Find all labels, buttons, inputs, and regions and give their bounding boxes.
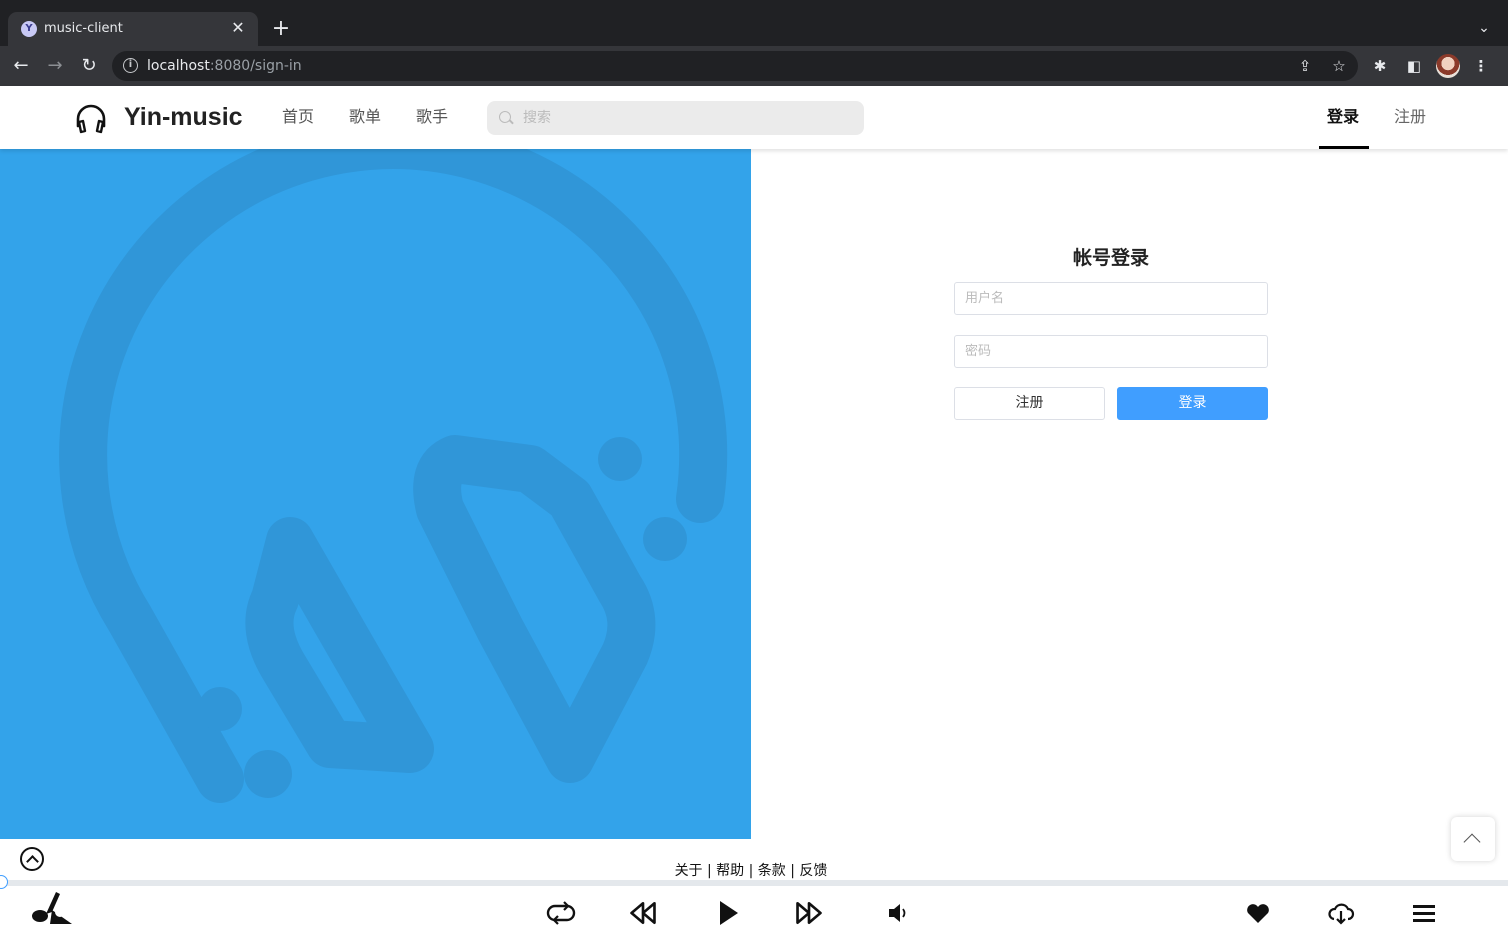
search-icon <box>499 111 511 123</box>
browser-tab[interactable]: Y music-client ✕ <box>8 12 258 46</box>
back-to-top-button[interactable] <box>1451 817 1495 861</box>
forward-arrow-icon[interactable]: → <box>43 54 67 78</box>
like-heart-icon[interactable] <box>1243 898 1273 928</box>
reload-icon[interactable]: ↻ <box>77 54 101 78</box>
password-input[interactable] <box>954 335 1268 368</box>
download-cloud-icon[interactable] <box>1326 898 1356 928</box>
nav-playlists[interactable]: 歌单 <box>349 106 381 128</box>
footer-links[interactable]: 关于 | 帮助 | 条款 | 反馈 <box>0 861 1502 881</box>
header-register-link[interactable]: 注册 <box>1394 106 1426 128</box>
loop-icon[interactable] <box>546 898 576 928</box>
tab-search-chevron-icon[interactable]: ⌄ <box>1474 18 1494 38</box>
previous-track-icon[interactable] <box>628 898 658 928</box>
volume-icon[interactable] <box>886 898 916 928</box>
share-icon[interactable]: ⇪ <box>1295 56 1315 76</box>
nav-home[interactable]: 首页 <box>282 106 314 128</box>
song-cover-icon[interactable] <box>30 888 76 930</box>
bookmark-star-icon[interactable]: ☆ <box>1329 56 1349 76</box>
profile-avatar[interactable] <box>1436 54 1460 78</box>
search-input[interactable] <box>523 107 843 129</box>
progress-handle[interactable] <box>0 875 8 889</box>
username-input[interactable] <box>954 282 1268 315</box>
register-button[interactable]: 注册 <box>954 387 1105 420</box>
browser-toolbar: ← → ↻ i localhost:8080/sign-in ⇪ ☆ ✱ ◧ ⋮ <box>0 46 1508 86</box>
tab-strip: Y music-client ✕ + ⌄ <box>0 0 1508 46</box>
favicon-icon: Y <box>21 21 37 37</box>
app-header: Yin-music 首页 歌单 歌手 登录 注册 <box>0 86 1508 149</box>
nav-singers[interactable]: 歌手 <box>416 106 448 128</box>
playlist-menu-icon[interactable] <box>1409 898 1439 928</box>
brand-name[interactable]: Yin-music <box>124 101 243 133</box>
new-tab-button[interactable]: + <box>268 16 294 42</box>
login-button[interactable]: 登录 <box>1117 387 1268 420</box>
play-icon[interactable] <box>713 898 743 928</box>
site-info-icon[interactable]: i <box>123 58 138 73</box>
back-arrow-icon[interactable]: ← <box>9 54 33 78</box>
search-box <box>487 101 864 135</box>
progress-bar[interactable] <box>0 880 1508 886</box>
active-nav-underline <box>1319 146 1369 149</box>
login-title: 帐号登录 <box>1072 247 1149 269</box>
extensions-puzzle-icon[interactable]: ✱ <box>1369 55 1391 77</box>
headphones-watermark-icon <box>59 149 728 803</box>
browser-menu-icon[interactable]: ⋮ <box>1470 55 1492 77</box>
browser-chrome: Y music-client ✕ + ⌄ ← → ↻ i localhost:8… <box>0 0 1508 86</box>
header-login-link[interactable]: 登录 <box>1327 106 1359 128</box>
url-text[interactable]: localhost:8080/sign-in <box>147 57 302 75</box>
sign-in-banner <box>0 149 751 839</box>
side-panel-icon[interactable]: ◧ <box>1403 55 1425 77</box>
headphones-logo-icon[interactable] <box>74 102 108 136</box>
next-track-icon[interactable] <box>794 898 824 928</box>
address-bar[interactable]: i localhost:8080/sign-in ⇪ ☆ <box>112 51 1358 81</box>
url-host: localhost <box>147 58 210 74</box>
tab-title: music-client <box>44 21 123 36</box>
tab-close-icon[interactable]: ✕ <box>228 18 248 38</box>
url-path: :8080/sign-in <box>209 58 302 74</box>
